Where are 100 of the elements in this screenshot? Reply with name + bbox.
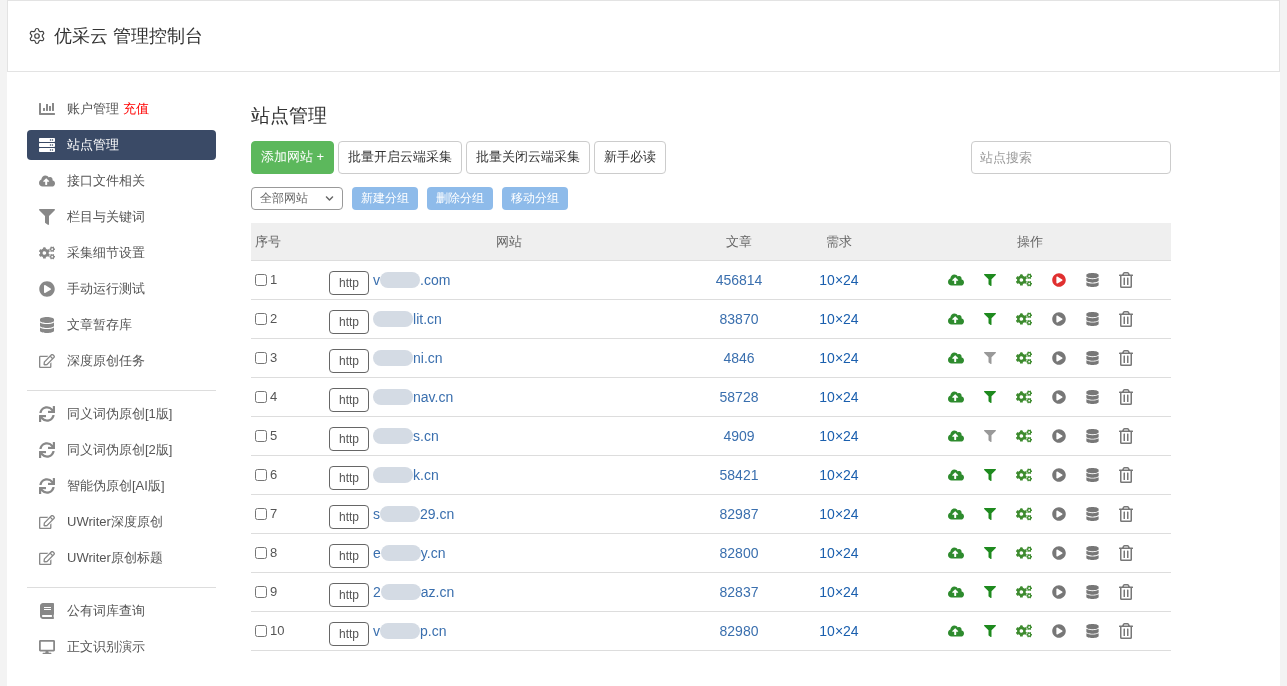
sidebar-item[interactable]: 正文识别演示 <box>27 632 216 662</box>
filter-icon[interactable] <box>983 586 996 598</box>
database-icon[interactable] <box>1085 585 1099 599</box>
site-name[interactable]: v <box>373 269 380 291</box>
gears-icon[interactable] <box>1015 584 1032 600</box>
sidebar-item[interactable]: 公有词库查询 <box>27 596 216 626</box>
demand-value[interactable]: 10×24 <box>819 388 859 405</box>
site-domain[interactable]: .com <box>420 269 451 291</box>
filter-icon[interactable] <box>983 508 996 520</box>
play-icon[interactable] <box>1051 273 1066 287</box>
site-domain[interactable]: az.cn <box>420 581 455 603</box>
action-button[interactable]: 新手必读 <box>594 140 667 174</box>
protocol-button[interactable]: http <box>329 583 369 607</box>
sidebar-item[interactable]: 文章暂存库 <box>27 310 216 340</box>
article-count[interactable]: 4846 <box>723 349 755 366</box>
trash-icon[interactable] <box>1118 272 1133 288</box>
action-button[interactable]: 批量关闭云端采集 <box>466 140 591 174</box>
gears-icon[interactable] <box>1015 506 1032 522</box>
article-count[interactable]: 4909 <box>723 427 755 444</box>
database-icon[interactable] <box>1085 624 1099 638</box>
site-domain[interactable]: 29.cn <box>420 503 455 525</box>
row-checkbox[interactable] <box>255 547 267 559</box>
row-checkbox[interactable] <box>255 430 267 442</box>
recharge-link[interactable]: 充值 <box>123 99 149 119</box>
demand-value[interactable]: 10×24 <box>819 544 859 561</box>
cloud-upload-icon[interactable] <box>947 389 964 405</box>
article-count[interactable]: 58421 <box>719 466 759 483</box>
gears-icon[interactable] <box>1015 623 1032 639</box>
filter-icon[interactable] <box>983 391 996 403</box>
trash-icon[interactable] <box>1118 389 1133 405</box>
article-count[interactable]: 82980 <box>719 622 759 639</box>
play-icon[interactable] <box>1051 351 1066 365</box>
cloud-upload-icon[interactable] <box>947 506 964 522</box>
sidebar-item[interactable]: 站点管理 <box>27 130 216 160</box>
protocol-button[interactable]: http <box>329 349 369 373</box>
filter-icon[interactable] <box>983 430 996 442</box>
sidebar-item[interactable]: 智能伪原创[AI版] <box>27 471 216 501</box>
database-icon[interactable] <box>1085 390 1099 404</box>
gears-icon[interactable] <box>1015 428 1032 444</box>
site-domain[interactable]: p.cn <box>420 620 447 642</box>
search-field[interactable]: 站点搜索 <box>971 140 1171 174</box>
protocol-button[interactable]: http <box>329 427 369 451</box>
trash-icon[interactable] <box>1118 506 1133 522</box>
action-button[interactable]: 批量开启云端采集 <box>338 140 463 174</box>
demand-value[interactable]: 10×24 <box>819 427 859 444</box>
site-domain[interactable]: ni.cn <box>413 347 443 369</box>
filter-icon[interactable] <box>983 547 996 559</box>
database-icon[interactable] <box>1085 546 1099 560</box>
protocol-button[interactable]: http <box>329 505 369 529</box>
sidebar-item[interactable]: 栏目与关键词 <box>27 202 216 232</box>
row-checkbox[interactable] <box>255 508 267 520</box>
protocol-button[interactable]: http <box>329 271 369 295</box>
trash-icon[interactable] <box>1118 467 1133 483</box>
site-name[interactable]: s <box>373 503 380 525</box>
database-icon[interactable] <box>1085 351 1099 365</box>
sidebar-item[interactable]: UWriter深度原创 <box>27 507 216 537</box>
row-checkbox[interactable] <box>255 313 267 325</box>
sidebar-item[interactable]: 同义词伪原创[1版] <box>27 399 216 429</box>
filter-icon[interactable] <box>983 313 996 325</box>
trash-icon[interactable] <box>1118 311 1133 327</box>
row-checkbox[interactable] <box>255 352 267 364</box>
gears-icon[interactable] <box>1015 389 1032 405</box>
article-count[interactable]: 58728 <box>719 388 759 405</box>
group-select[interactable]: 全部网站 <box>251 186 343 210</box>
demand-value[interactable]: 10×24 <box>819 310 859 327</box>
play-icon[interactable] <box>1051 507 1066 521</box>
demand-value[interactable]: 10×24 <box>819 583 859 600</box>
demand-value[interactable]: 10×24 <box>819 622 859 639</box>
article-count[interactable]: 456814 <box>715 271 763 288</box>
gears-icon[interactable] <box>1015 350 1032 366</box>
database-icon[interactable] <box>1085 507 1099 521</box>
article-count[interactable]: 82837 <box>719 583 759 600</box>
cloud-upload-icon[interactable] <box>947 623 964 639</box>
cloud-upload-icon[interactable] <box>947 545 964 561</box>
cloud-upload-icon[interactable] <box>947 428 964 444</box>
play-icon[interactable] <box>1051 429 1066 443</box>
site-domain[interactable]: y.cn <box>420 542 446 564</box>
database-icon[interactable] <box>1085 468 1099 482</box>
filter-icon[interactable] <box>983 625 996 637</box>
database-icon[interactable] <box>1085 273 1099 287</box>
cloud-upload-icon[interactable] <box>947 350 964 366</box>
article-count[interactable]: 83870 <box>719 310 759 327</box>
site-domain[interactable]: lit.cn <box>413 308 442 330</box>
demand-value[interactable]: 10×24 <box>819 271 859 288</box>
site-name[interactable]: e <box>373 542 381 564</box>
article-count[interactable]: 82987 <box>719 505 759 522</box>
cloud-upload-icon[interactable] <box>947 272 964 288</box>
sidebar-item[interactable]: 手动运行测试 <box>27 274 216 304</box>
row-checkbox[interactable] <box>255 391 267 403</box>
cloud-upload-icon[interactable] <box>947 467 964 483</box>
gears-icon[interactable] <box>1015 311 1032 327</box>
cloud-upload-icon[interactable] <box>947 311 964 327</box>
row-checkbox[interactable] <box>255 625 267 637</box>
protocol-button[interactable]: http <box>329 388 369 412</box>
row-checkbox[interactable] <box>255 469 267 481</box>
play-icon[interactable] <box>1051 585 1066 599</box>
site-domain[interactable]: s.cn <box>413 425 439 447</box>
article-count[interactable]: 82800 <box>719 544 759 561</box>
database-icon[interactable] <box>1085 312 1099 326</box>
trash-icon[interactable] <box>1118 428 1133 444</box>
